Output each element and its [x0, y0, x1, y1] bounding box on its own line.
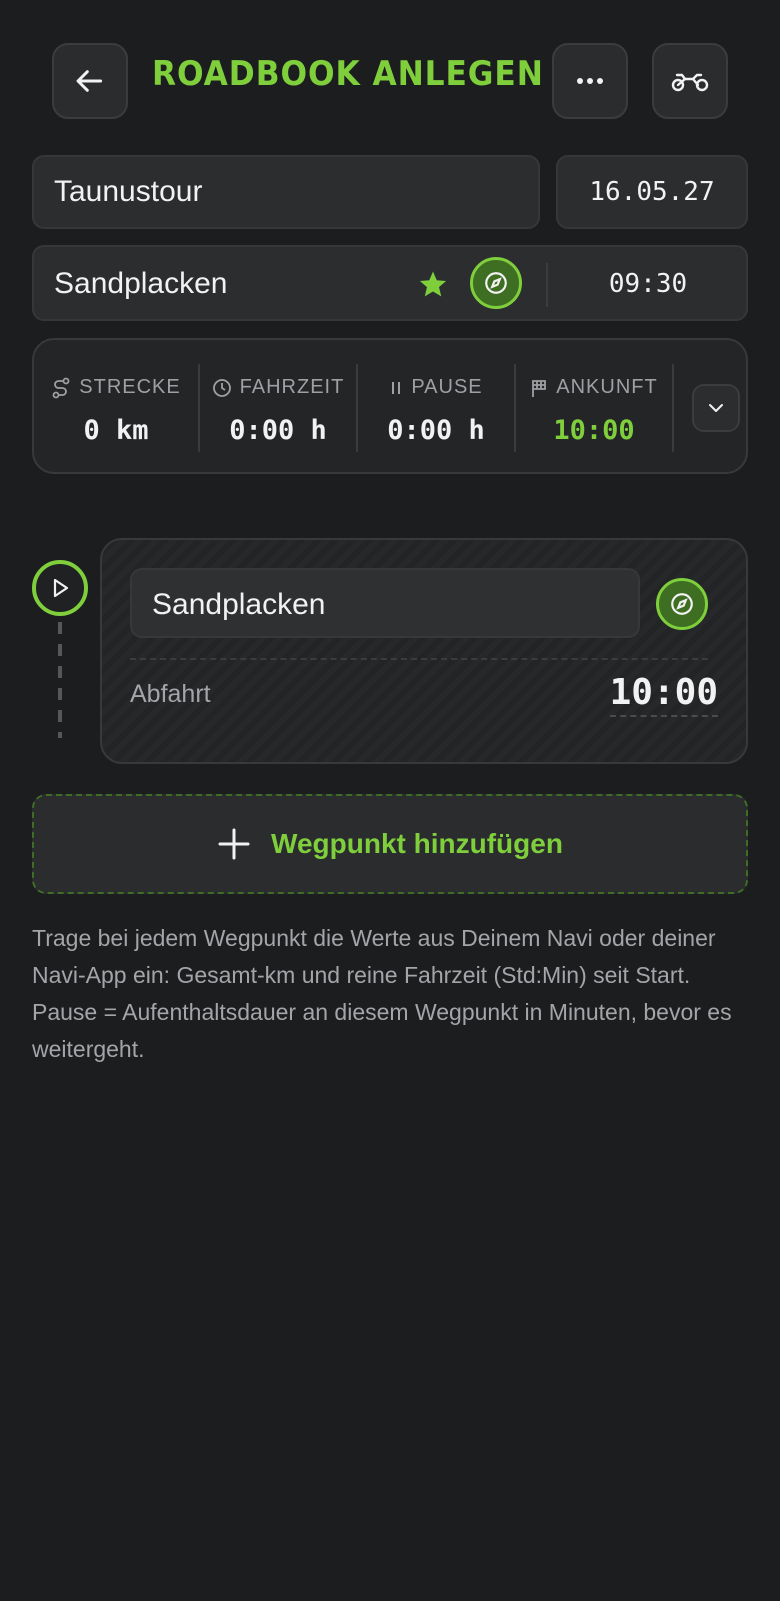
stat-arrival: ANKUNFT 10:00 [516, 340, 672, 472]
stat-pause-label: PAUSE [411, 376, 483, 398]
flag-icon [532, 379, 547, 397]
start-location-row: Sandplacken 09:30 [32, 245, 748, 321]
pause-icon [392, 381, 401, 394]
departure-label: Abfahrt [130, 680, 211, 708]
divider [130, 658, 708, 660]
more-horizontal-icon [577, 78, 603, 84]
start-marker [32, 560, 88, 616]
stat-distance-label: STRECKE [79, 376, 181, 398]
compass-icon [485, 272, 507, 294]
waypoint-name-value: Sandplacken [152, 588, 326, 621]
add-waypoint-label: Wegpunkt hinzufügen [271, 828, 563, 859]
date-input[interactable]: 16.05.27 [556, 155, 748, 229]
expand-stats-button[interactable] [692, 384, 740, 432]
back-button[interactable] [52, 43, 128, 119]
stat-arrival-value: 10:00 [553, 415, 635, 446]
route-icon [52, 377, 70, 398]
waypoint-card: Sandplacken Abfahrt 10:00 [100, 538, 748, 764]
start-location-value[interactable]: Sandplacken [54, 267, 227, 301]
stats-card: STRECKE 0 km FAHRZEIT 0:00 h PAUSE 0:00 … [32, 338, 748, 474]
divider [672, 364, 674, 452]
play-icon [53, 578, 69, 598]
stat-ride-time-label: FAHRZEIT [239, 376, 345, 398]
arrow-left-icon [76, 70, 103, 92]
chevron-down-icon [709, 404, 723, 412]
stat-pause: PAUSE 0:00 h [358, 340, 514, 472]
favorite-star-icon[interactable] [418, 269, 448, 299]
stat-distance-value: 0 km [83, 415, 149, 446]
page-title: ROADBOOK ANLEGEN [152, 54, 544, 94]
tour-name-value: Taunustour [54, 175, 203, 208]
tour-name-input[interactable]: Taunustour [32, 155, 540, 229]
stat-ride-time-value: 0:00 h [229, 415, 327, 446]
vehicle-button[interactable] [652, 43, 728, 119]
departure-time-value[interactable]: 10:00 [609, 672, 718, 717]
more-menu-button[interactable] [552, 43, 628, 119]
timeline-line [58, 622, 62, 738]
stat-distance: STRECKE 0 km [34, 340, 198, 472]
stat-pause-value: 0:00 h [387, 415, 485, 446]
clock-icon [212, 378, 231, 397]
hint-text: Trage bei jedem Wegpunkt die Werte aus D… [32, 925, 732, 1062]
navigate-start-button[interactable] [470, 257, 522, 309]
stat-ride-time: FAHRZEIT 0:00 h [200, 340, 356, 472]
plus-icon [218, 828, 250, 860]
motorcycle-icon [671, 73, 709, 92]
date-value: 16.05.27 [589, 177, 715, 207]
add-waypoint-button[interactable]: Wegpunkt hinzufügen [32, 794, 748, 894]
navigate-waypoint-button[interactable] [656, 578, 708, 630]
waypoint-name-input[interactable]: Sandplacken [130, 568, 640, 638]
start-time-value[interactable]: 09:30 [548, 269, 748, 299]
compass-icon [671, 593, 693, 615]
stat-arrival-label: ANKUNFT [556, 376, 658, 398]
